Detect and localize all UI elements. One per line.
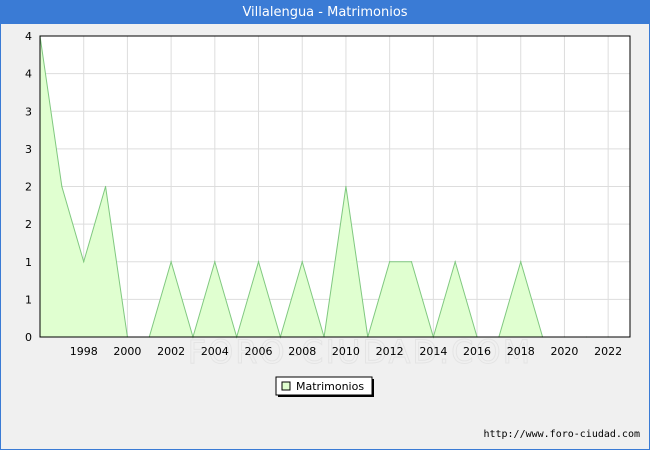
data-point [520,261,522,263]
data-point [257,261,260,263]
x-tick-label: 2018 [507,345,535,358]
legend-swatch [281,381,291,391]
y-tick-label: 0 [25,331,32,344]
x-tick-label: 2000 [113,345,141,358]
y-tick-label: 3 [25,143,32,156]
x-axis: 1998 2000 2002 2004 2006 2008 2010 2012 2014 2016… [70,345,622,358]
x-tick-label: 2022 [594,345,622,358]
y-tick-label: 3 [25,105,32,118]
chart-svg: FORO-CIUDAD.COM 011223344 1998 2000 2002 20… [25,30,631,397]
data-point [389,261,391,263]
y-tick-label: 1 [25,293,32,306]
x-tick-label: 2010 [332,345,360,358]
x-tick-label: 2012 [376,345,404,358]
data-point [214,261,216,263]
data-point [61,185,63,188]
legend-label: Matrimonios [296,380,364,393]
y-tick-label: 4 [25,30,32,43]
data-point [410,261,413,263]
y-tick-label: 2 [25,181,32,194]
y-tick-label: 4 [25,68,32,81]
legend: Matrimonios [275,376,374,397]
data-point [170,261,172,263]
y-tick-label: 2 [25,218,32,231]
x-tick-label: 2014 [419,345,447,358]
data-point [454,261,456,263]
source-url: http://www.foro-ciudad.com [483,429,640,440]
x-tick-label: 2020 [550,345,578,358]
data-point [301,261,303,263]
data-point [345,185,347,188]
x-tick-label: 1998 [70,345,98,358]
x-tick-label: 2006 [245,345,273,358]
x-tick-label: 2016 [463,345,491,358]
data-point [104,185,107,188]
x-tick-label: 2008 [288,345,316,358]
y-tick-label: 1 [25,256,32,269]
data-point [83,261,85,263]
x-tick-label: 2002 [157,345,185,358]
x-tick-label: 2004 [201,345,229,358]
